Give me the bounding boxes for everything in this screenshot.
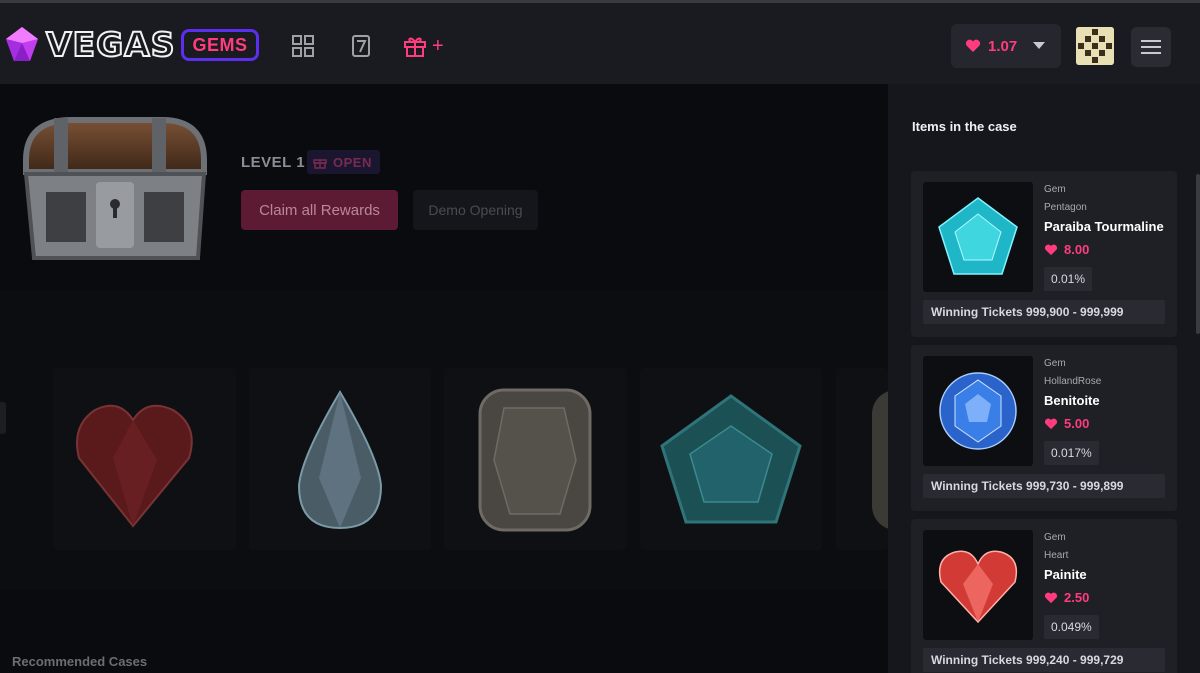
cushion-gem-icon <box>478 388 592 532</box>
reel-item-heart-gem <box>53 368 236 550</box>
heart-icon <box>965 39 981 52</box>
open-status-label: OPEN <box>333 154 372 170</box>
item-price-row: 2.50 <box>1044 590 1089 605</box>
avatar[interactable] <box>1076 27 1114 65</box>
item-category: Gem <box>1044 358 1066 369</box>
case-item-card[interactable]: Gem HollandRose Benitoite 5.00 0.017% Wi… <box>911 345 1177 511</box>
reel-item-pear-gem <box>249 368 431 550</box>
item-winning-tickets: Winning Tickets 999,900 - 999,999 <box>923 300 1165 324</box>
case-item-card[interactable]: Gem Heart Painite 2.50 0.049% Winning Ti… <box>911 519 1177 673</box>
item-thumbnail <box>923 530 1033 640</box>
item-category: Gem <box>1044 532 1066 543</box>
panel-title: Items in the case <box>912 119 1017 134</box>
dice-seven-icon[interactable] <box>348 33 374 59</box>
item-chance: 0.01% <box>1044 267 1093 291</box>
gift-plus-sign[interactable]: + <box>432 33 444 59</box>
item-shape: HollandRose <box>1044 376 1102 387</box>
logo-gems-badge: GEMS <box>181 29 259 61</box>
item-thumbnail <box>923 356 1033 466</box>
item-shape: Pentagon <box>1044 202 1087 213</box>
reel-item-cushion-gem <box>444 368 626 550</box>
treasure-chest-image <box>23 117 207 260</box>
balance-dropdown[interactable]: 1.07 <box>951 24 1061 68</box>
pentagon-gem-icon <box>938 197 1018 275</box>
reel-item-pentagon-gem <box>640 368 822 550</box>
logo[interactable]: VEGAS GEMS <box>2 24 259 65</box>
case-main-area: LEVEL 1 OPEN Claim all Rewards Demo Open… <box>0 84 888 673</box>
heart-gem-icon <box>938 550 1018 624</box>
items-in-case-panel: Items in the case Gem Pentagon Paraiba T… <box>888 84 1200 673</box>
balance-value: 1.07 <box>988 37 1018 55</box>
item-name: Benitoite <box>1044 393 1100 408</box>
logo-wordmark: VEGAS <box>45 24 176 65</box>
heart-icon <box>1044 592 1058 603</box>
pentagon-gem-icon <box>660 394 802 524</box>
pear-gem-icon <box>297 390 383 530</box>
item-winning-tickets: Winning Tickets 999,240 - 999,729 <box>923 648 1165 672</box>
heart-icon <box>1044 244 1058 255</box>
item-name: Paraiba Tourmaline <box>1044 219 1164 234</box>
case-item-card[interactable]: Gem Pentagon Paraiba Tourmaline 8.00 0.0… <box>911 171 1177 337</box>
item-price-row: 5.00 <box>1044 416 1089 431</box>
item-price-row: 8.00 <box>1044 242 1089 257</box>
case-level-label: LEVEL 1 <box>241 154 306 171</box>
item-winning-tickets: Winning Tickets 999,730 - 999,899 <box>923 474 1165 498</box>
item-price: 8.00 <box>1064 242 1090 257</box>
heart-gem-icon <box>76 404 193 528</box>
gift-icon[interactable] <box>402 33 428 59</box>
demo-opening-button[interactable]: Demo Opening <box>413 190 538 230</box>
gem-logo-icon <box>6 27 38 61</box>
item-price: 2.50 <box>1064 590 1090 605</box>
hamburger-menu-icon[interactable] <box>1131 27 1171 67</box>
top-bar: VEGAS GEMS + 1.07 <box>0 0 1200 84</box>
reel-item-partial-gem <box>836 368 888 550</box>
item-thumbnail <box>923 182 1033 292</box>
item-category: Gem <box>1044 184 1066 195</box>
reel-scroll-handle[interactable] <box>0 402 6 434</box>
recommended-cases-heading: Recommended Cases <box>12 654 148 669</box>
item-chance: 0.049% <box>1044 615 1099 639</box>
grid-icon[interactable] <box>290 33 316 59</box>
panel-scrollbar[interactable] <box>1196 174 1200 334</box>
item-name: Painite <box>1044 567 1087 582</box>
item-chance: 0.017% <box>1044 441 1099 465</box>
chevron-down-icon <box>1033 42 1045 49</box>
gem-icon <box>872 391 888 529</box>
gift-icon <box>313 159 327 169</box>
item-price: 5.00 <box>1064 416 1090 431</box>
item-shape: Heart <box>1044 550 1069 561</box>
heart-icon <box>1044 418 1058 429</box>
claim-all-rewards-button[interactable]: Claim all Rewards <box>241 190 398 230</box>
round-gem-icon <box>939 372 1017 450</box>
open-status-badge: OPEN <box>307 150 380 174</box>
